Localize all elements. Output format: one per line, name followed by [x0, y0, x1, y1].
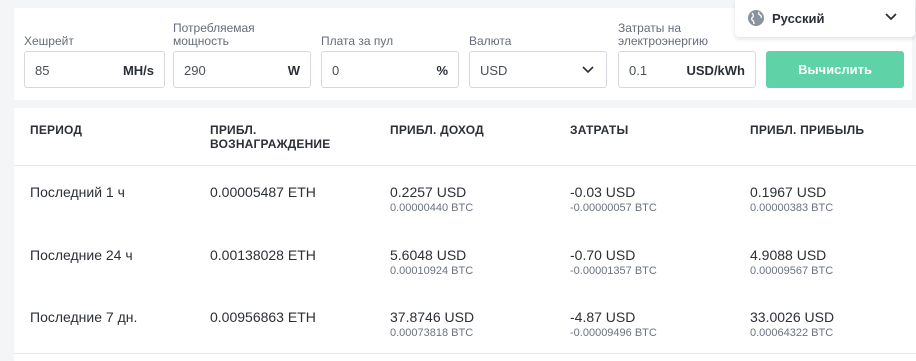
revenue-btc-cell: 0.00000440 BTC — [390, 202, 474, 214]
electricity-input[interactable]: 0.1 USD/kWh — [618, 51, 756, 88]
hashrate-field: Хешрейт 85 MH/s — [24, 8, 165, 100]
header-profit: ПРИБЛ. ПРИБЫЛЬ — [750, 123, 865, 137]
reward-cell: 0.00956863 ETH — [210, 309, 316, 325]
header-reward: ПРИБЛ. ВОЗНАГРАЖДЕНИЕ — [210, 123, 331, 151]
pool-fee-label: Плата за пул — [321, 34, 394, 48]
power-value: 290 — [184, 63, 206, 78]
hashrate-unit: MH/s — [122, 63, 154, 78]
header-cost: ЗАТРАТЫ — [570, 123, 629, 137]
cost-cell: -0.70 USD — [570, 247, 636, 263]
power-unit: W — [287, 63, 300, 78]
language-selector[interactable]: Русский — [735, 0, 915, 37]
profit-table: ПЕРИОД ПРИБЛ. ВОЗНАГРАЖДЕНИЕ ПРИБЛ. ДОХО… — [14, 108, 916, 361]
hashrate-value: 85 — [35, 63, 50, 78]
header-revenue: ПРИБЛ. ДОХОД — [390, 123, 484, 137]
table-row: Последние 24 ч 0.00138028 ETH 5.6048 USD… — [14, 247, 916, 309]
electricity-value: 0.1 — [629, 63, 648, 78]
electricity-label: Затраты на электроэнергию — [618, 21, 708, 48]
period-cell: Последние 24 ч — [30, 247, 133, 263]
hashrate-label: Хешрейт — [24, 34, 74, 48]
currency-select[interactable]: USD — [469, 51, 607, 88]
currency-field: Валюта USD — [469, 8, 607, 100]
pool-fee-field: Плата за пул 0 % — [321, 8, 459, 100]
revenue-cell: 0.2257 USD — [390, 184, 467, 200]
pool-fee-input[interactable]: 0 % — [321, 51, 459, 88]
table-row: Последний 1 ч 0.00005487 ETH 0.2257 USD … — [14, 184, 916, 246]
currency-label: Валюта — [469, 34, 512, 48]
profit-btc-cell: 0.00064322 BTC — [750, 327, 834, 339]
language-label: Русский — [772, 11, 825, 26]
globe-icon — [748, 10, 764, 26]
pool-fee-unit: % — [436, 63, 448, 78]
power-field: Потребляемая мощность 290 W — [173, 8, 311, 100]
table-bottom-divider — [14, 353, 916, 354]
chevron-down-icon — [582, 66, 594, 74]
header-divider — [14, 165, 916, 166]
power-input[interactable]: 290 W — [173, 51, 311, 88]
cost-cell: -4.87 USD — [570, 309, 636, 325]
period-cell: Последний 1 ч — [30, 184, 125, 200]
profit-cell: 0.1967 USD — [750, 184, 827, 200]
reward-cell: 0.00005487 ETH — [210, 184, 316, 200]
chevron-down-icon — [885, 13, 897, 21]
revenue-btc-cell: 0.00073818 BTC — [390, 327, 474, 339]
profit-cell: 4.9088 USD — [750, 247, 827, 263]
hashrate-input[interactable]: 85 MH/s — [24, 51, 165, 88]
pool-fee-value: 0 — [332, 63, 340, 78]
reward-cell: 0.00138028 ETH — [210, 247, 316, 263]
profit-btc-cell: 0.00009567 BTC — [750, 265, 834, 277]
header-period: ПЕРИОД — [30, 123, 83, 137]
cost-btc-cell: -0.00001357 BTC — [570, 265, 657, 277]
profit-btc-cell: 0.00000383 BTC — [750, 202, 834, 214]
calculate-button[interactable]: Вычислить — [766, 51, 904, 88]
revenue-cell: 5.6048 USD — [390, 247, 467, 263]
period-cell: Последние 7 дн. — [30, 309, 138, 325]
electricity-unit: USD/kWh — [686, 63, 746, 78]
revenue-cell: 37.8746 USD — [390, 309, 475, 325]
profit-cell: 33.0026 USD — [750, 309, 835, 325]
cost-btc-cell: -0.00000057 BTC — [570, 202, 657, 214]
cost-cell: -0.03 USD — [570, 184, 636, 200]
cost-btc-cell: -0.00009496 BTC — [570, 327, 657, 339]
power-label: Потребляемая мощность — [173, 21, 255, 48]
revenue-btc-cell: 0.00010924 BTC — [390, 265, 474, 277]
currency-value: USD — [480, 63, 508, 78]
